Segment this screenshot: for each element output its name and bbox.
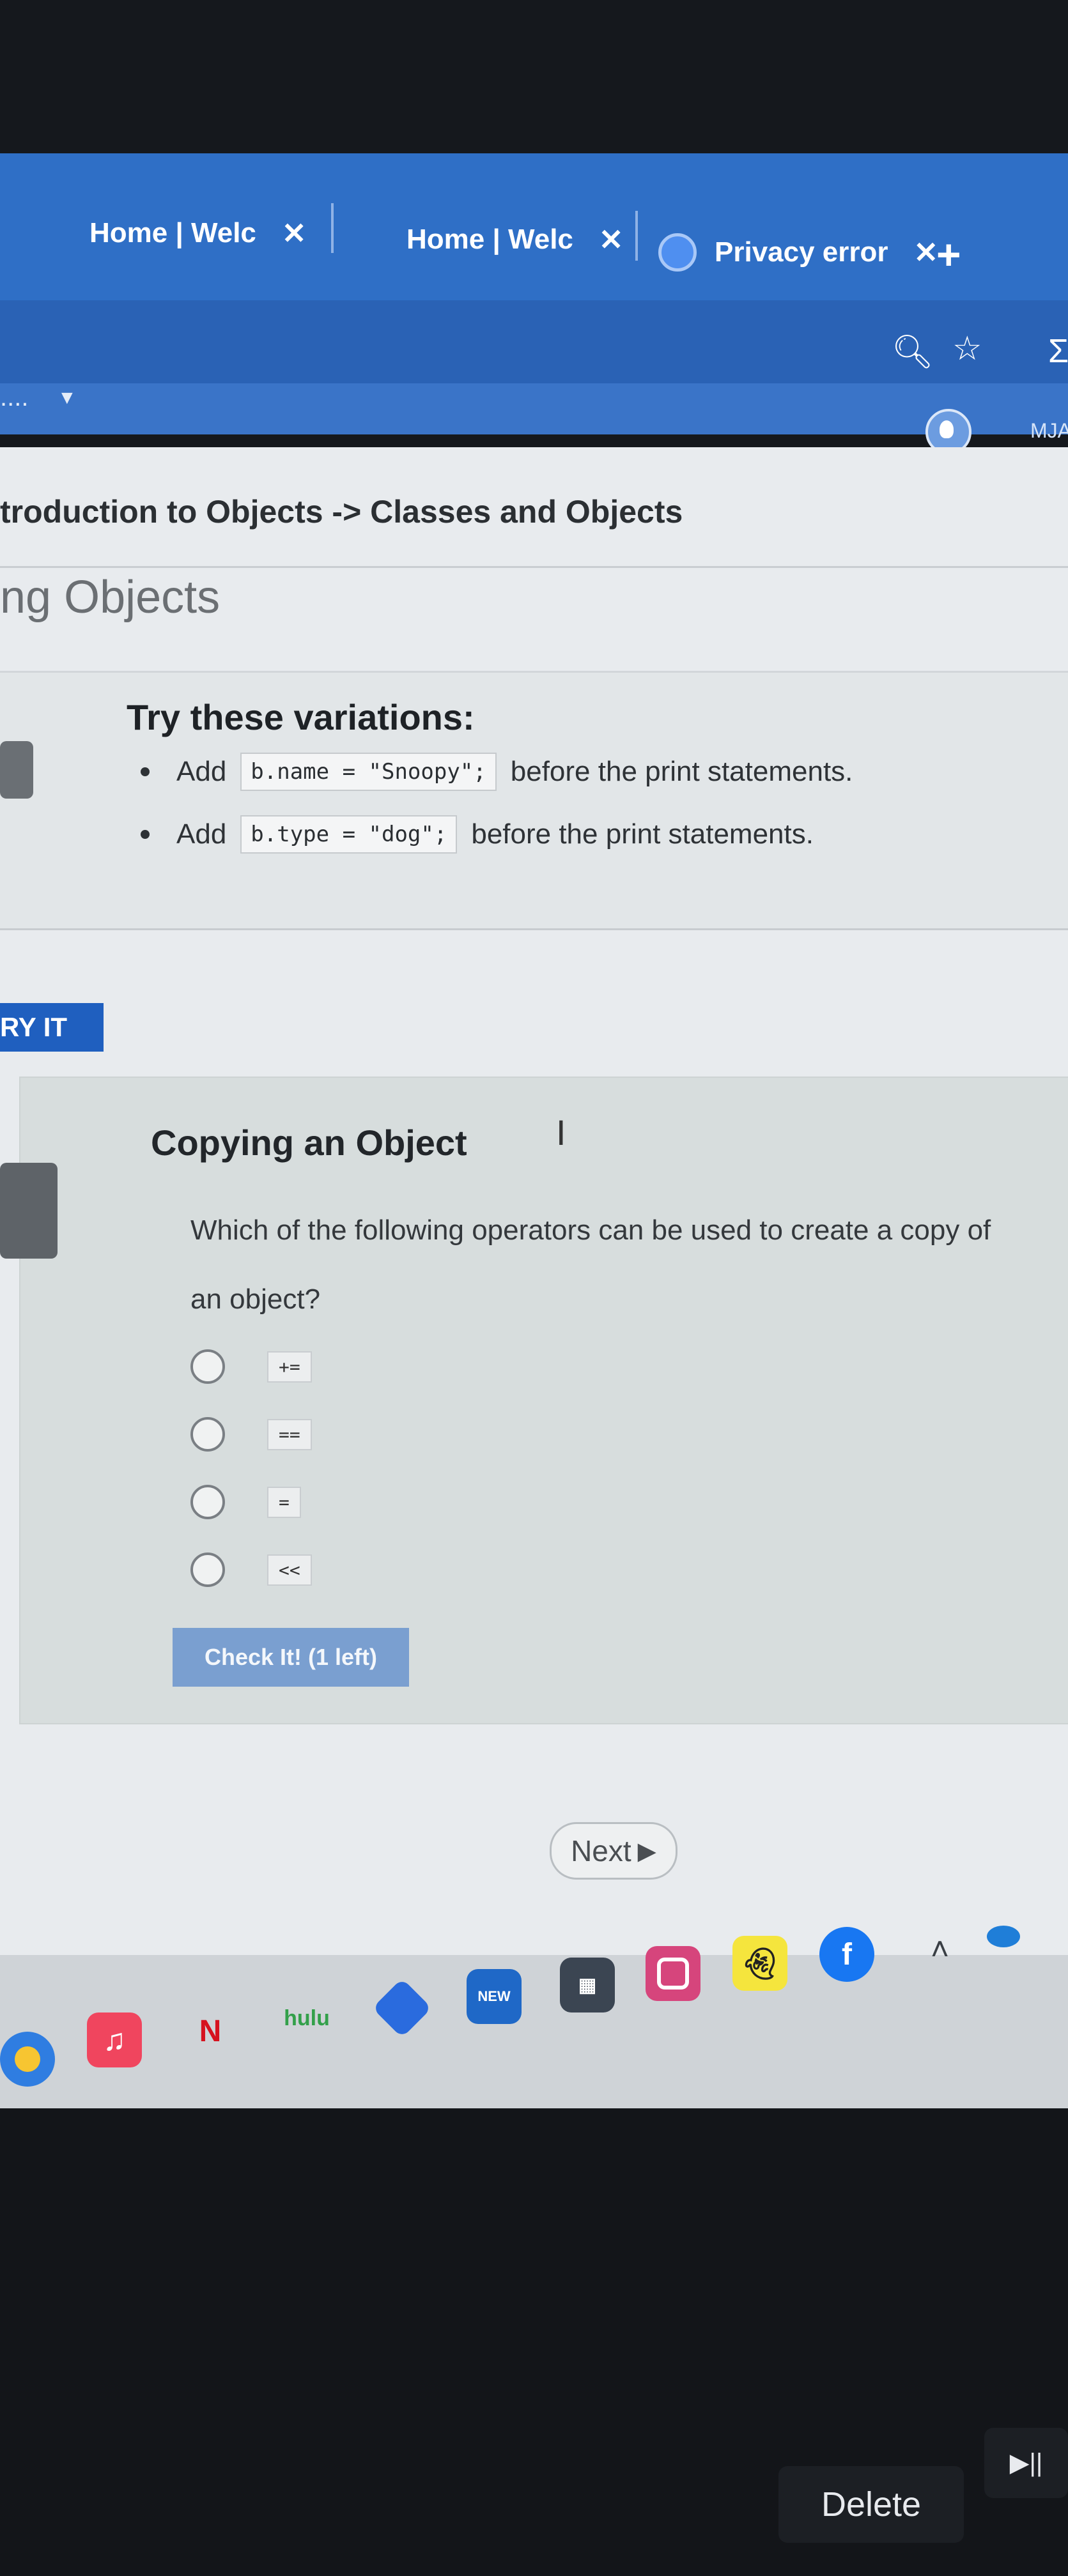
radio-button[interactable]: [190, 1552, 225, 1587]
item-prefix: Add: [176, 818, 227, 850]
check-it-button[interactable]: Check It! (1 left): [173, 1628, 409, 1687]
answer-option[interactable]: ==: [190, 1417, 312, 1452]
facebook-icon[interactable]: f: [819, 1927, 874, 1982]
try-it-tab[interactable]: RY IT: [0, 1003, 104, 1052]
variations-title: Try these variations:: [127, 697, 475, 737]
code-snippet: b.name = "Snoopy";: [240, 753, 497, 791]
tab-home-1[interactable]: Home | Welc ✕: [89, 192, 306, 275]
profile-label: MJAI: [1030, 419, 1068, 442]
tab-title: Privacy error: [715, 236, 888, 268]
divider: [0, 566, 1068, 568]
close-icon[interactable]: ✕: [914, 235, 939, 270]
tab-home-2[interactable]: Home | Welc ✕: [406, 198, 623, 281]
bookmark-item[interactable]: ....: [0, 383, 28, 412]
tab-privacy-error[interactable]: Privacy error ✕: [658, 211, 938, 294]
delete-key[interactable]: Delete: [778, 2466, 964, 2543]
tab-separator: [331, 203, 334, 253]
quiz-icon: [0, 1163, 58, 1259]
photos-icon[interactable]: [372, 1978, 432, 2038]
snapchat-icon[interactable]: 👻︎: [732, 1936, 787, 1991]
privacy-warning-icon: [658, 233, 697, 272]
tab-title: Home | Welc: [89, 217, 256, 249]
delete-key-label: Delete: [821, 2485, 922, 2524]
bullet-icon: [141, 830, 150, 839]
extension-icon[interactable]: Σ: [1048, 332, 1068, 371]
option-label: =: [267, 1486, 301, 1518]
star-icon[interactable]: ☆: [952, 330, 982, 368]
list-item: Add b.type = "dog"; before the print sta…: [141, 815, 814, 854]
cloud-icon[interactable]: [987, 1926, 1020, 1947]
quiz-card: [19, 1077, 1068, 1724]
bookmarks-bar: [0, 383, 1068, 434]
play-arrow-icon: ▶: [637, 1837, 656, 1865]
zoom-icon[interactable]: 🔍︎: [892, 332, 934, 371]
item-suffix: before the print statements.: [510, 756, 853, 787]
code-snippet: b.type = "dog";: [240, 815, 458, 854]
quiz-title: Copying an Object: [151, 1123, 467, 1163]
bullet-icon: [141, 767, 150, 776]
breadcrumb[interactable]: troduction to Objects -> Classes and Obj…: [0, 493, 683, 530]
next-label: Next: [571, 1834, 631, 1867]
new-tab-button[interactable]: +: [936, 230, 961, 279]
netflix-icon[interactable]: N: [183, 2004, 238, 2058]
answer-option[interactable]: <<: [190, 1552, 312, 1587]
answer-option[interactable]: +=: [190, 1349, 312, 1384]
media-key-label: ▶||: [1009, 2449, 1043, 2477]
music-icon[interactable]: ♫: [87, 2012, 142, 2067]
option-label: <<: [267, 1554, 312, 1586]
list-item: Add b.name = "Snoopy"; before the print …: [141, 753, 853, 791]
option-label: ==: [267, 1418, 312, 1450]
hulu-icon[interactable]: hulu: [275, 1991, 339, 2046]
close-icon[interactable]: ✕: [599, 222, 624, 257]
close-icon[interactable]: ✕: [282, 216, 307, 250]
outlook-icon[interactable]: NEW: [467, 1969, 522, 2024]
next-button[interactable]: Next ▶: [550, 1822, 677, 1880]
taskbar-shelf: [0, 1955, 1068, 2121]
radio-button[interactable]: [190, 1417, 225, 1452]
option-label: +=: [267, 1351, 312, 1383]
chrome-icon[interactable]: [0, 2032, 55, 2087]
page-title: ng Objects: [0, 572, 221, 623]
tab-separator: [635, 211, 638, 261]
chevron-up-icon[interactable]: ˄: [931, 1931, 949, 1968]
radio-button[interactable]: [190, 1349, 225, 1384]
radio-button[interactable]: [190, 1485, 225, 1519]
media-key[interactable]: ▶||: [984, 2428, 1068, 2498]
instagram-icon[interactable]: [646, 1946, 700, 2001]
text-cursor-icon: I: [556, 1112, 566, 1153]
tab-title: Home | Welc: [406, 224, 573, 255]
new-badge: NEW: [477, 1988, 511, 2004]
item-suffix: before the print statements.: [471, 818, 814, 850]
calculator-icon[interactable]: ▦: [560, 1958, 615, 2012]
question-text: Which of the following operators can be …: [190, 1215, 991, 1315]
item-prefix: Add: [176, 756, 227, 787]
chevron-down-icon[interactable]: ▼: [58, 387, 77, 409]
activity-icon: [0, 741, 33, 799]
answer-option[interactable]: =: [190, 1485, 301, 1519]
